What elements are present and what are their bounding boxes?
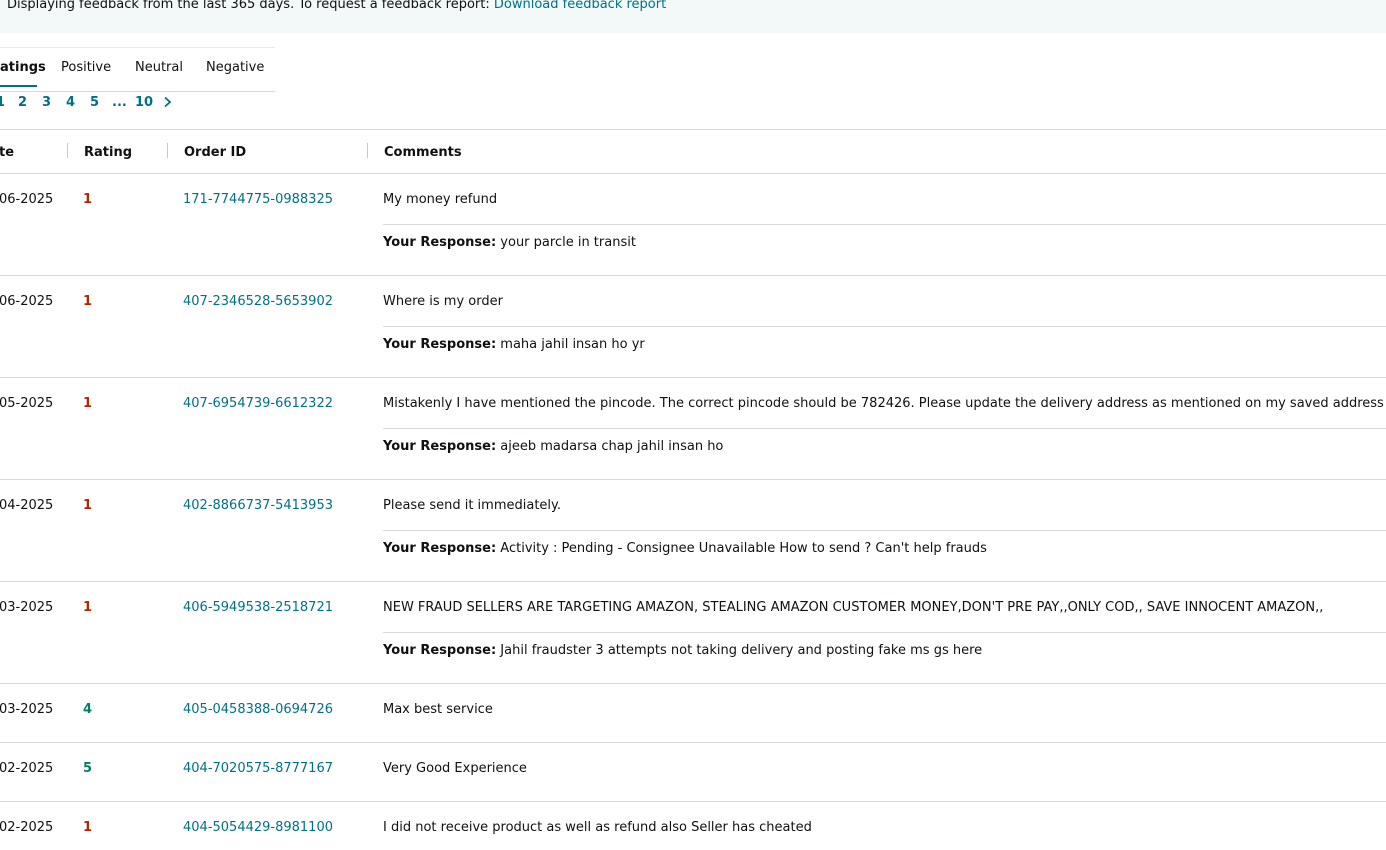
tab-all-ratings[interactable]: atings (0, 60, 46, 75)
page-1-link[interactable]: 1 (0, 95, 5, 110)
banner-message: Displaying feedback from the last 365 da… (7, 0, 666, 12)
page-5-link[interactable]: 5 (90, 95, 99, 110)
page-3-link[interactable]: 3 (42, 95, 51, 110)
banner-text: Displaying feedback from the last 365 da… (7, 0, 490, 12)
your-response-label: Your Response: (383, 235, 497, 250)
response-text: Jahil fraudster 3 attempts not taking de… (500, 643, 983, 658)
row-divider (0, 683, 1386, 684)
active-tab-indicator (0, 85, 37, 87)
your-response-label: Your Response: (383, 337, 497, 352)
order-id-link[interactable]: 402-8866737-5413953 (183, 498, 333, 513)
comment-response-divider (383, 428, 1386, 429)
feedback-comment: Mistakenly I have mentioned the pincode.… (383, 396, 1384, 411)
feedback-date: 05-2025 (0, 396, 54, 411)
feedback-comment: I did not receive product as well as ref… (383, 820, 812, 835)
response-text: Activity : Pending - Consignee Unavailab… (500, 541, 987, 556)
rating-value: 1 (83, 600, 93, 615)
order-id-link[interactable]: 405-0458388-0694726 (183, 702, 333, 717)
comment-response-divider (383, 326, 1386, 327)
seller-response: Your Response: your parcle in transit (383, 235, 636, 250)
column-header-date[interactable]: te (0, 145, 14, 160)
rating-value: 5 (83, 761, 93, 776)
feedback-date: 03-2025 (0, 600, 54, 615)
feedback-date: 02-2025 (0, 820, 54, 835)
feedback-date: 04-2025 (0, 498, 54, 513)
feedback-date: 02-2025 (0, 761, 54, 776)
tab-positive[interactable]: Positive (61, 60, 111, 75)
order-id-link[interactable]: 404-5054429-8981100 (183, 820, 333, 835)
rating-value: 1 (83, 498, 93, 513)
seller-response: Your Response: ajeeb madarsa chap jahil … (383, 439, 723, 454)
feedback-comment: Max best service (383, 702, 493, 717)
row-divider (0, 479, 1386, 480)
rating-value: 1 (83, 820, 93, 835)
column-separator (367, 143, 368, 158)
row-divider (0, 801, 1386, 802)
page-10-link[interactable]: 10 (135, 95, 153, 110)
response-text: ajeeb madarsa chap jahil insan ho (500, 439, 724, 454)
row-divider (0, 742, 1386, 743)
response-text: maha jahil insan ho yr (500, 337, 645, 352)
feedback-comment: Where is my order (383, 294, 503, 309)
order-id-link[interactable]: 171-7744775-0988325 (183, 192, 333, 207)
feedback-date: 03-2025 (0, 702, 54, 717)
column-header-order-id[interactable]: Order ID (184, 145, 246, 160)
rating-value: 1 (83, 396, 93, 411)
download-feedback-report-link[interactable]: Download feedback report (494, 0, 666, 12)
your-response-label: Your Response: (383, 439, 497, 454)
order-id-link[interactable]: 407-2346528-5653902 (183, 294, 333, 309)
rating-value: 1 (83, 294, 93, 309)
column-header-comments[interactable]: Comments (384, 145, 462, 160)
table-top-border (0, 129, 1386, 130)
pagination-ellipsis: ... (112, 95, 127, 110)
column-header-rating[interactable]: Rating (84, 145, 132, 160)
feedback-comment: NEW FRAUD SELLERS ARE TARGETING AMAZON, … (383, 600, 1324, 615)
column-separator (167, 143, 168, 158)
rating-filter-tabs: atings Positive Neutral Negative (0, 47, 275, 92)
comment-response-divider (383, 632, 1386, 633)
row-divider (0, 275, 1386, 276)
order-id-link[interactable]: 404-7020575-8777167 (183, 761, 333, 776)
comment-response-divider (383, 224, 1386, 225)
feedback-date: 06-2025 (0, 192, 54, 207)
seller-response: Your Response: maha jahil insan ho yr (383, 337, 645, 352)
seller-response: Your Response: Jahil fraudster 3 attempt… (383, 643, 982, 658)
your-response-label: Your Response: (383, 541, 497, 556)
page-2-link[interactable]: 2 (18, 95, 27, 110)
feedback-comment: My money refund (383, 192, 498, 207)
order-id-link[interactable]: 406-5949538-2518721 (183, 600, 333, 615)
chevron-right-icon[interactable] (162, 96, 174, 108)
rating-value: 1 (83, 192, 93, 207)
row-divider (0, 377, 1386, 378)
column-separator (67, 143, 68, 158)
feedback-date: 06-2025 (0, 294, 54, 309)
response-text: your parcle in transit (500, 235, 636, 250)
row-divider (0, 581, 1386, 582)
feedback-comment: Very Good Experience (383, 761, 527, 776)
seller-response: Your Response: Activity : Pending - Cons… (383, 541, 987, 556)
feedback-comment: Please send it immediately. (383, 498, 562, 513)
order-id-link[interactable]: 407-6954739-6612322 (183, 396, 333, 411)
tab-neutral[interactable]: Neutral (135, 60, 183, 75)
row-divider (0, 173, 1386, 174)
page-4-link[interactable]: 4 (66, 95, 75, 110)
tab-negative[interactable]: Negative (206, 60, 264, 75)
your-response-label: Your Response: (383, 643, 497, 658)
rating-value: 4 (83, 702, 93, 717)
comment-response-divider (383, 530, 1386, 531)
